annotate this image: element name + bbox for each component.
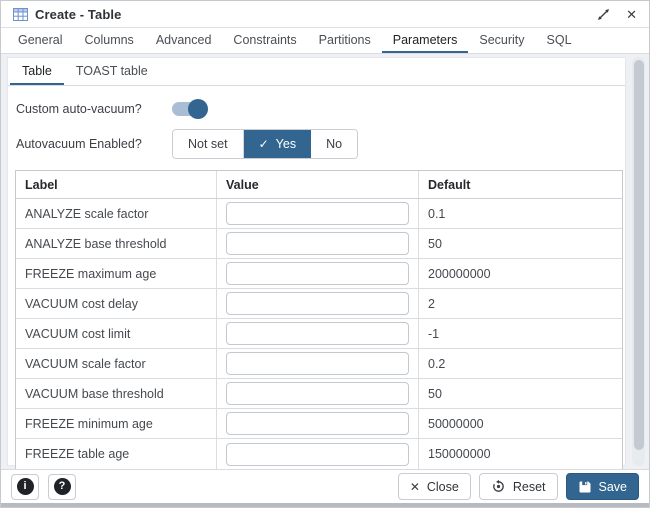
tab-columns[interactable]: Columns	[73, 28, 144, 53]
autovacuum-enabled-row: Autovacuum Enabled? Not set ✓ Yes No	[16, 129, 625, 159]
reset-button-label: Reset	[513, 480, 546, 494]
table-subpanel: Table TOAST table Custom auto-vacuum? Au…	[7, 57, 626, 466]
segment-no[interactable]: No	[311, 130, 357, 158]
value-input-vacuum-cost-delay[interactable]	[226, 292, 409, 315]
table-row: ANALYZE base threshold 50	[16, 229, 622, 259]
reset-button[interactable]: Reset	[479, 473, 558, 500]
row-default: 0.1	[419, 199, 622, 228]
row-label: VACUUM cost delay	[16, 289, 217, 318]
save-icon	[578, 480, 592, 494]
scrollbar-thumb[interactable]	[634, 60, 644, 450]
row-default: 50000000	[419, 409, 622, 438]
expand-icon	[597, 8, 610, 21]
header-value: Value	[217, 171, 419, 198]
info-button[interactable]: i	[11, 474, 39, 500]
parameter-subtabs: Table TOAST table	[8, 58, 625, 86]
toggle-knob	[188, 99, 208, 119]
dialog-title: Create - Table	[35, 7, 121, 22]
value-input-vacuum-cost-limit[interactable]	[226, 322, 409, 345]
check-icon: ✓	[259, 137, 269, 151]
row-default: 0.2	[419, 349, 622, 378]
custom-autovacuum-row: Custom auto-vacuum?	[16, 96, 625, 122]
row-default: 150000000	[419, 439, 622, 469]
table-row: FREEZE maximum age 200000000	[16, 259, 622, 289]
close-icon: ✕	[410, 480, 420, 494]
dialog-tabs: General Columns Advanced Constraints Par…	[1, 28, 649, 54]
segment-yes-label: Yes	[276, 137, 296, 151]
create-table-dialog: Create - Table ✕ General Columns Advance…	[0, 0, 650, 508]
segment-not-set[interactable]: Not set	[173, 130, 244, 158]
autovacuum-enabled-group: Not set ✓ Yes No	[172, 129, 358, 159]
row-default: -1	[419, 319, 622, 348]
header-default: Default	[419, 171, 622, 198]
row-label: FREEZE table age	[16, 439, 217, 469]
save-button[interactable]: Save	[566, 473, 640, 500]
autovacuum-enabled-label: Autovacuum Enabled?	[16, 137, 168, 151]
close-dialog-button[interactable]: ✕	[626, 8, 637, 21]
vertical-scrollbar[interactable]	[632, 57, 645, 466]
close-button-label: Close	[427, 480, 459, 494]
value-input-freeze-maximum-age[interactable]	[226, 262, 409, 285]
custom-autovacuum-label: Custom auto-vacuum?	[16, 102, 168, 116]
row-label: VACUUM cost limit	[16, 319, 217, 348]
table-row: VACUUM cost limit -1	[16, 319, 622, 349]
expand-dialog-button[interactable]	[597, 8, 610, 21]
dialog-footer: i ? ✕ Close Reset	[1, 469, 649, 503]
value-input-freeze-table-age[interactable]	[226, 443, 409, 466]
segment-yes[interactable]: ✓ Yes	[244, 130, 311, 158]
value-input-analyze-scale-factor[interactable]	[226, 202, 409, 225]
save-button-label: Save	[599, 480, 628, 494]
value-input-vacuum-scale-factor[interactable]	[226, 352, 409, 375]
table-row: VACUUM scale factor 0.2	[16, 349, 622, 379]
value-input-vacuum-base-threshold[interactable]	[226, 382, 409, 405]
table-row: ANALYZE scale factor 0.1	[16, 199, 622, 229]
tab-sql[interactable]: SQL	[536, 28, 583, 53]
row-label: FREEZE minimum age	[16, 409, 217, 438]
table-grid-icon	[13, 8, 28, 21]
row-label: VACUUM base threshold	[16, 379, 217, 408]
help-icon: ?	[54, 478, 71, 495]
row-label: FREEZE maximum age	[16, 259, 217, 288]
value-input-analyze-base-threshold[interactable]	[226, 232, 409, 255]
value-input-freeze-minimum-age[interactable]	[226, 412, 409, 435]
close-button[interactable]: ✕ Close	[398, 473, 471, 500]
tab-advanced[interactable]: Advanced	[145, 28, 223, 53]
tab-security[interactable]: Security	[468, 28, 535, 53]
table-row: FREEZE minimum age 50000000	[16, 409, 622, 439]
subtab-toast-table[interactable]: TOAST table	[64, 58, 160, 85]
tab-general[interactable]: General	[7, 28, 73, 53]
help-button[interactable]: ?	[48, 474, 76, 500]
title-bar: Create - Table ✕	[1, 1, 649, 28]
custom-autovacuum-toggle[interactable]	[172, 99, 206, 119]
tab-constraints[interactable]: Constraints	[222, 28, 307, 53]
row-default: 200000000	[419, 259, 622, 288]
row-default: 50	[419, 379, 622, 408]
parameters-grid: Label Value Default ANALYZE scale factor…	[15, 170, 623, 470]
tab-parameters[interactable]: Parameters	[382, 28, 469, 53]
tab-partitions[interactable]: Partitions	[308, 28, 382, 53]
header-label: Label	[16, 171, 217, 198]
window-bottom-edge	[1, 503, 649, 507]
row-label: ANALYZE base threshold	[16, 229, 217, 258]
row-default: 50	[419, 229, 622, 258]
close-icon: ✕	[626, 8, 637, 21]
subtab-table[interactable]: Table	[10, 58, 64, 85]
row-label: ANALYZE scale factor	[16, 199, 217, 228]
grid-header-row: Label Value Default	[16, 171, 622, 199]
row-default: 2	[419, 289, 622, 318]
info-icon: i	[17, 478, 34, 495]
table-row: VACUUM base threshold 50	[16, 379, 622, 409]
reset-icon	[491, 479, 506, 494]
table-row: VACUUM cost delay 2	[16, 289, 622, 319]
table-row: FREEZE table age 150000000	[16, 439, 622, 469]
parameters-content: Table TOAST table Custom auto-vacuum? Au…	[1, 54, 649, 470]
row-label: VACUUM scale factor	[16, 349, 217, 378]
